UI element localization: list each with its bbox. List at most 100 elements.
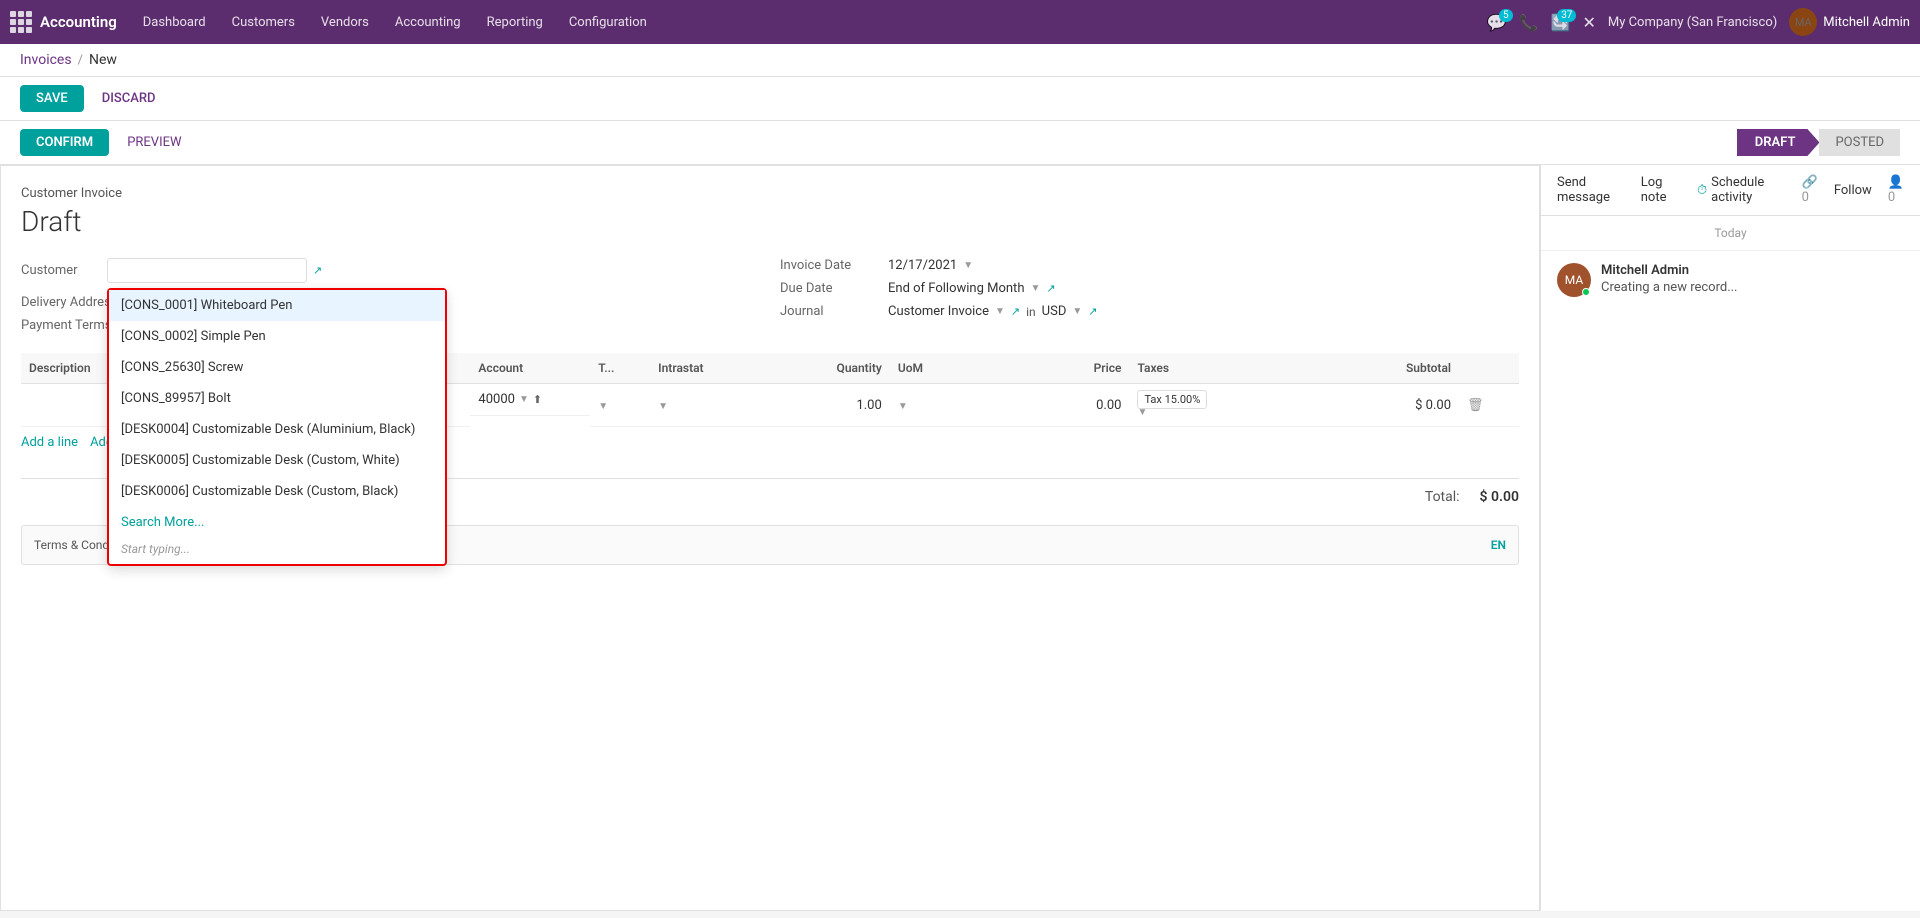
link-icon: 🔗 xyxy=(1802,175,1818,190)
row-t: ▼ xyxy=(590,384,650,427)
dropdown-item-6[interactable]: [DESK0006] Customizable Desk (Custom, Bl… xyxy=(109,476,445,507)
due-date-row: Due Date End of Following Month ▼ ↗ xyxy=(780,281,1519,296)
person-icon: 👤 xyxy=(1888,175,1904,190)
dropdown-search-more[interactable]: Search More... xyxy=(109,507,445,538)
journal-value: Customer Invoice ▼ ↗ in USD ▼ ↗ xyxy=(888,304,1519,319)
chatter-message-content: Mitchell Admin Creating a new record... xyxy=(1601,263,1904,297)
chatter-panel: Send message Log note ⏱ Schedule activit… xyxy=(1540,165,1920,911)
col-t: T... xyxy=(590,353,650,384)
chatter-avatar: MA xyxy=(1557,263,1591,297)
customer-field-row: Customer [CONS_0001] Whiteboard Pen [CON… xyxy=(21,258,760,283)
account-upload-icon[interactable]: ⬆ xyxy=(533,393,542,406)
clock-icon: ⏱ xyxy=(1697,183,1707,198)
menu-reporting[interactable]: Reporting xyxy=(475,9,555,36)
journal-currency-arrow[interactable]: ▼ xyxy=(1072,306,1082,317)
invoice-date-row: Invoice Date 12/17/2021 ▼ xyxy=(780,258,1519,273)
col-uom: UoM xyxy=(890,353,1010,384)
customer-dropdown-container: [CONS_0001] Whiteboard Pen [CONS_0002] S… xyxy=(107,258,307,283)
invoice-type-label: Customer Invoice xyxy=(21,186,1519,201)
col-price: Price xyxy=(1010,353,1130,384)
dropdown-item-2[interactable]: [CONS_25630] Screw xyxy=(109,352,445,383)
chatter-message: MA Mitchell Admin Creating a new record.… xyxy=(1541,251,1920,309)
user-name: Mitchell Admin xyxy=(1823,15,1910,30)
menu-configuration[interactable]: Configuration xyxy=(557,9,659,36)
total-value: $ 0.00 xyxy=(1480,489,1519,505)
main-layout: Customer Invoice Draft Customer [CONS_00… xyxy=(0,165,1920,911)
chatter-actions-bar: Send message Log note ⏱ Schedule activit… xyxy=(1541,165,1920,216)
row-uom: ▼ xyxy=(890,384,1010,427)
online-indicator xyxy=(1582,288,1590,296)
discard-button[interactable]: DISCARD xyxy=(92,85,166,112)
intrastat-arrow[interactable]: ▼ xyxy=(658,401,668,412)
uom-arrow[interactable]: ▼ xyxy=(898,401,908,412)
invoice-status-title: Draft xyxy=(21,205,1519,238)
schedule-activity-button[interactable]: ⏱ Schedule activity xyxy=(1697,175,1786,205)
status-draft[interactable]: DRAFT xyxy=(1737,129,1820,156)
form-area: Customer Invoice Draft Customer [CONS_00… xyxy=(0,165,1540,911)
follow-button[interactable]: Follow xyxy=(1834,183,1872,198)
confirm-button[interactable]: CONFIRM xyxy=(20,129,109,156)
breadcrumb-separator: / xyxy=(78,53,83,68)
row-intrastat: ▼ xyxy=(650,384,770,427)
account-arrow[interactable]: ▼ xyxy=(519,394,529,405)
phone-icon[interactable]: 📞 xyxy=(1519,13,1539,32)
row-subtotal: $ 0.00 xyxy=(1309,384,1459,427)
close-icon[interactable]: ✕ xyxy=(1582,13,1595,32)
t-arrow[interactable]: ▼ xyxy=(598,401,608,412)
menu-dashboard[interactable]: Dashboard xyxy=(131,9,218,36)
activities-count-icon: 🔗 0 xyxy=(1802,175,1818,205)
menu-vendors[interactable]: Vendors xyxy=(309,9,381,36)
user-avatar: MA xyxy=(1789,8,1817,36)
dropdown-start-typing: Start typing... xyxy=(109,538,445,564)
delivery-label: Delivery Address xyxy=(21,295,121,310)
journal-external-link-icon[interactable]: ↗ xyxy=(1011,305,1020,318)
grid-icon xyxy=(10,11,32,33)
row-delete[interactable]: 🗑 xyxy=(1459,384,1519,427)
dropdown-item-4[interactable]: [DESK0004] Customizable Desk (Aluminium,… xyxy=(109,414,445,445)
topnav-right: 💬 5 📞 🔄 37 ✕ My Company (San Francisco) … xyxy=(1487,8,1910,36)
menu-customers[interactable]: Customers xyxy=(220,9,307,36)
app-logo[interactable]: Accounting xyxy=(10,11,117,33)
main-menu: Dashboard Customers Vendors Accounting R… xyxy=(131,9,1483,36)
dropdown-item-0[interactable]: [CONS_0001] Whiteboard Pen xyxy=(109,290,445,321)
status-bar: DRAFT POSTED xyxy=(1737,129,1900,156)
activity-icon[interactable]: 🔄 37 xyxy=(1551,13,1571,32)
currency-external-link-icon[interactable]: ↗ xyxy=(1088,305,1097,318)
dropdown-item-1[interactable]: [CONS_0002] Simple Pen xyxy=(109,321,445,352)
save-button[interactable]: SAVE xyxy=(20,85,84,112)
journal-currency-value: USD xyxy=(1042,304,1067,319)
dropdown-item-3[interactable]: [CONS_89957] Bolt xyxy=(109,383,445,414)
chatter-right: 🔗 0 Follow 👤 0 xyxy=(1802,175,1904,205)
top-navigation: Accounting Dashboard Customers Vendors A… xyxy=(0,0,1920,44)
journal-row: Journal Customer Invoice ▼ ↗ in USD ▼ ↗ xyxy=(780,304,1519,319)
col-subtotal: Subtotal xyxy=(1309,353,1459,384)
customer-input[interactable] xyxy=(107,258,307,283)
user-menu[interactable]: MA Mitchell Admin xyxy=(1789,8,1910,36)
row-quantity[interactable]: 1.00 xyxy=(770,384,890,427)
status-posted[interactable]: POSTED xyxy=(1819,129,1900,156)
due-date-external-link-icon[interactable]: ↗ xyxy=(1046,282,1055,295)
due-date-dropdown-arrow[interactable]: ▼ xyxy=(1030,283,1040,294)
dropdown-item-5[interactable]: [DESK0005] Customizable Desk (Custom, Wh… xyxy=(109,445,445,476)
breadcrumb-parent[interactable]: Invoices xyxy=(20,52,72,68)
menu-accounting[interactable]: Accounting xyxy=(383,9,473,36)
invoice-date-value: 12/17/2021 ▼ xyxy=(888,258,1519,273)
col-intrastat: Intrastat xyxy=(650,353,770,384)
send-message-button[interactable]: Send message xyxy=(1557,175,1625,205)
preview-button[interactable]: PREVIEW xyxy=(117,129,191,156)
customer-label: Customer xyxy=(21,263,101,278)
log-note-button[interactable]: Log note xyxy=(1641,175,1681,205)
activity-badge: 37 xyxy=(1557,9,1576,22)
customer-external-link-icon[interactable]: ↗ xyxy=(313,264,322,277)
invoice-date-dropdown-arrow[interactable]: ▼ xyxy=(963,260,973,271)
company-name: My Company (San Francisco) xyxy=(1608,15,1777,30)
add-line-button[interactable]: Add a line xyxy=(21,435,78,450)
chat-icon[interactable]: 💬 5 xyxy=(1487,13,1507,32)
journal-dropdown-arrow[interactable]: ▼ xyxy=(995,306,1005,317)
row-price[interactable]: 0.00 xyxy=(1010,384,1130,427)
action-bar: SAVE DISCARD xyxy=(0,77,1920,121)
journal-label: Journal xyxy=(780,304,880,319)
journal-currency-in: in xyxy=(1026,305,1036,319)
tax-badge[interactable]: Tax 15.00% xyxy=(1137,390,1207,409)
invoice-date-label: Invoice Date xyxy=(780,258,880,273)
